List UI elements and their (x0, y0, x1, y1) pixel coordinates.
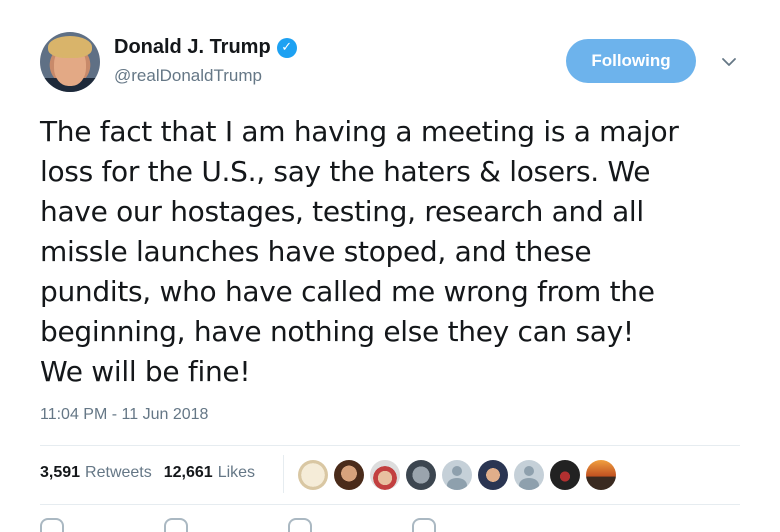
liker-avatar[interactable] (550, 460, 580, 490)
tweet-stats: 3,591 Retweets 12,661 Likes (40, 464, 267, 482)
liker-avatar[interactable] (334, 460, 364, 490)
retweets-label: Retweets (85, 464, 152, 481)
likes-label: Likes (217, 464, 256, 481)
liker-avatar[interactable] (442, 460, 472, 490)
reply-icon[interactable] (40, 518, 64, 532)
divider (40, 504, 740, 505)
chevron-down-icon[interactable] (721, 54, 737, 70)
retweet-icon[interactable] (164, 518, 188, 532)
likes-stat[interactable]: 12,661 Likes (164, 464, 255, 482)
liker-avatar[interactable] (514, 460, 544, 490)
liker-avatars (298, 460, 616, 490)
message-icon[interactable] (412, 518, 436, 532)
avatar[interactable] (40, 32, 100, 92)
retweets-stat[interactable]: 3,591 Retweets (40, 464, 152, 482)
stats-separator (283, 455, 284, 493)
avatar-hair (48, 36, 92, 58)
divider (40, 445, 740, 446)
liker-avatar[interactable] (298, 460, 328, 490)
following-button[interactable]: Following (566, 39, 696, 83)
verified-badge-icon: ✓ (276, 37, 297, 58)
retweets-count: 3,591 (40, 464, 81, 481)
name-row: Donald J. Trump ✓ (114, 36, 297, 59)
like-icon[interactable] (288, 518, 312, 532)
liker-avatar[interactable] (406, 460, 436, 490)
display-name[interactable]: Donald J. Trump (114, 36, 271, 59)
user-handle[interactable]: @realDonaldTrump (114, 66, 262, 86)
tweet-timestamp[interactable]: 11:04 PM - 11 Jun 2018 (40, 406, 208, 424)
likes-count: 12,661 (163, 464, 213, 481)
tweet-text: The fact that I am having a meeting is a… (40, 115, 679, 388)
liker-avatar[interactable] (586, 460, 616, 490)
action-bar (40, 518, 436, 532)
liker-avatar[interactable] (478, 460, 508, 490)
liker-avatar[interactable] (370, 460, 400, 490)
